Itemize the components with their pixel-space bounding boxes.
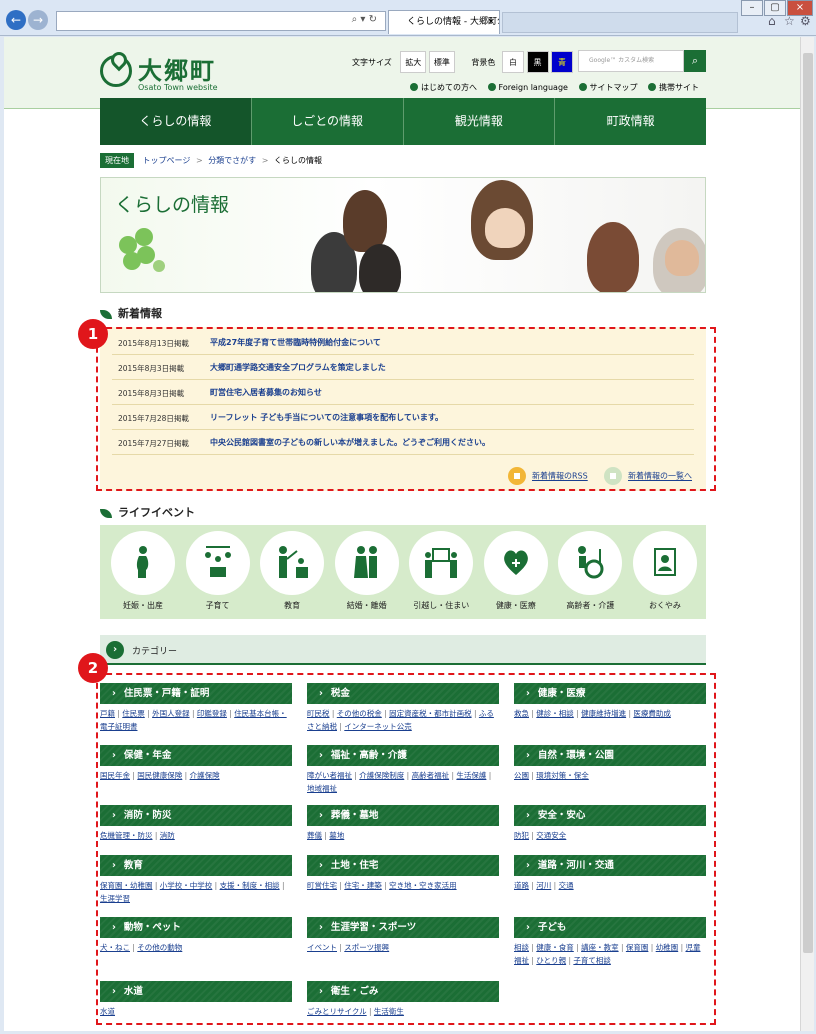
life-events-heading: ライフイベント: [100, 504, 195, 520]
life-event-health[interactable]: 健康・医療: [483, 531, 549, 619]
header-links: はじめての方へ Foreign language サイトマップ 携帯サイト: [402, 82, 699, 93]
browser-chrome: – ▢ × ← → ⌕ ▾ ↻ くらしの情報 - 大郷町公... × ⌂ ☆ ⚙: [0, 0, 816, 36]
heart-hand-icon: [483, 531, 548, 595]
bullet-icon: [648, 82, 657, 91]
breadcrumb-link-top[interactable]: トップページ: [143, 156, 191, 165]
life-event-education[interactable]: 教育: [259, 531, 325, 619]
category-section-header: › カテゴリー: [100, 635, 706, 665]
life-event-label: おくやみ: [648, 601, 681, 610]
forward-button[interactable]: →: [28, 10, 48, 30]
breadcrumb-current-tag: 現在地: [100, 153, 134, 168]
search-icon: ⌕: [691, 54, 699, 67]
bg-color-label: 背景色: [471, 57, 496, 67]
teacher-icon: [260, 531, 325, 595]
favorites-icon[interactable]: ☆: [784, 14, 798, 28]
nav-town-admin-info[interactable]: 町政情報: [554, 98, 706, 145]
life-event-label: 結婚・離婚: [346, 601, 387, 610]
life-events-heading-text: ライフイベント: [118, 506, 195, 519]
header-link-label: Foreign language: [498, 83, 568, 92]
breadcrumb-current: くらしの情報: [273, 156, 322, 165]
annotation-box-1: [96, 327, 716, 491]
pregnancy-icon: [111, 531, 175, 595]
leaf-icon: [100, 508, 112, 518]
wheelchair-icon: [558, 531, 623, 595]
breadcrumb-link-category[interactable]: 分類でさがす: [208, 156, 256, 165]
breadcrumb: 現在地 トップページ > 分類でさがす > くらしの情報: [100, 153, 322, 168]
town-emblem-icon: [100, 55, 132, 87]
bullet-icon: [487, 82, 496, 91]
address-bar[interactable]: ⌕ ▾ ↻: [56, 11, 386, 31]
header-link-beginner[interactable]: はじめての方へ: [410, 82, 477, 92]
logo-subtitle: Osato Town website: [138, 83, 218, 92]
header-link-label: はじめての方へ: [421, 83, 477, 92]
global-nav: くらしの情報 しごとの情報 観光情報 町政情報: [100, 98, 706, 145]
page-banner: くらしの情報: [100, 177, 706, 293]
header-link-sitemap[interactable]: サイトマップ: [578, 82, 638, 92]
life-event-moving[interactable]: 引越し・住まい: [408, 531, 474, 619]
header-link-label: サイトマップ: [589, 83, 638, 92]
back-button[interactable]: ←: [6, 10, 26, 30]
life-event-label: 健康・医療: [495, 601, 536, 610]
category-heading-text: カテゴリー: [132, 647, 178, 657]
logo-title: 大郷町: [138, 57, 216, 85]
nav-living-info[interactable]: くらしの情報: [100, 98, 251, 145]
breadcrumb-separator: >: [261, 156, 269, 165]
chevron-right-icon: ›: [106, 641, 124, 659]
life-events-panel: 妊娠・出産 子育て 教育 結婚・離婚 引越し・住まい 健康・医療 高齢者・介護 …: [100, 525, 706, 619]
bullet-icon: [578, 82, 587, 91]
annotation-box-2: [96, 673, 716, 1025]
leaf-icon: [100, 309, 112, 319]
bullet-icon: [410, 82, 418, 91]
life-event-marriage[interactable]: 結婚・離婚: [334, 531, 400, 619]
couple-icon: [334, 531, 399, 595]
life-event-elderly[interactable]: 高齢者・介護: [557, 531, 623, 619]
header-link-label: 携帯サイト: [659, 83, 700, 92]
nav-work-info[interactable]: しごとの情報: [250, 98, 403, 145]
moving-icon: [409, 531, 474, 595]
search-button[interactable]: ⌕: [684, 50, 706, 72]
life-event-label: 高齢者・介護: [566, 601, 615, 610]
font-size-label: 文字サイズ: [352, 57, 392, 67]
nav-tourism-info[interactable]: 観光情報: [402, 98, 555, 145]
bg-black-button[interactable]: 黒: [526, 51, 549, 73]
search-icon[interactable]: ⌕ ▾ ↻: [352, 14, 377, 25]
news-heading-text: 新着情報: [118, 307, 162, 320]
life-event-label: 教育: [284, 601, 301, 610]
life-event-label: 子育て: [205, 601, 230, 610]
browser-tab-inactive[interactable]: [502, 12, 738, 33]
life-event-label: 妊娠・出産: [123, 601, 163, 610]
page-viewport: 大郷町 Osato Town website 文字サイズ 拡大 標準 背景色 白…: [4, 37, 800, 1031]
settings-gear-icon[interactable]: ⚙: [800, 14, 814, 28]
bg-blue-button[interactable]: 青: [551, 51, 574, 73]
bg-white-button[interactable]: 白: [501, 51, 524, 73]
tab-title: くらしの情報 - 大郷町公...: [407, 17, 499, 27]
vertical-scrollbar[interactable]: [800, 37, 814, 1031]
baby-mobile-icon: [185, 531, 250, 595]
life-event-condolence[interactable]: おくやみ: [632, 531, 698, 619]
minimize-button[interactable]: –: [741, 0, 763, 16]
accessibility-toolbar: 文字サイズ 拡大 標準 背景色 白 黒 青: [352, 51, 574, 75]
scrollbar-thumb[interactable]: [803, 53, 813, 953]
memorial-portrait-icon: [632, 531, 697, 595]
annotation-badge-2: 2: [78, 653, 108, 683]
life-event-childcare[interactable]: 子育て: [185, 531, 251, 619]
browser-tab-active[interactable]: くらしの情報 - 大郷町公... ×: [388, 10, 500, 34]
banner-title: くらしの情報: [115, 194, 230, 216]
header-link-foreign[interactable]: Foreign language: [487, 82, 568, 92]
breadcrumb-separator: >: [195, 156, 203, 165]
life-event-label: 引越し・住まい: [413, 601, 470, 610]
news-section-heading: 新着情報: [100, 305, 162, 321]
annotation-badge-1: 1: [78, 319, 108, 349]
site-search-input[interactable]: Google™ カスタム検索: [578, 50, 684, 72]
tab-close-icon[interactable]: ×: [487, 11, 495, 33]
font-size-enlarge-button[interactable]: 拡大: [400, 51, 427, 73]
home-icon[interactable]: ⌂: [768, 14, 782, 28]
font-size-standard-button[interactable]: 標準: [428, 51, 455, 73]
header-link-mobile[interactable]: 携帯サイト: [648, 82, 700, 92]
life-event-pregnancy[interactable]: 妊娠・出産: [110, 531, 176, 619]
